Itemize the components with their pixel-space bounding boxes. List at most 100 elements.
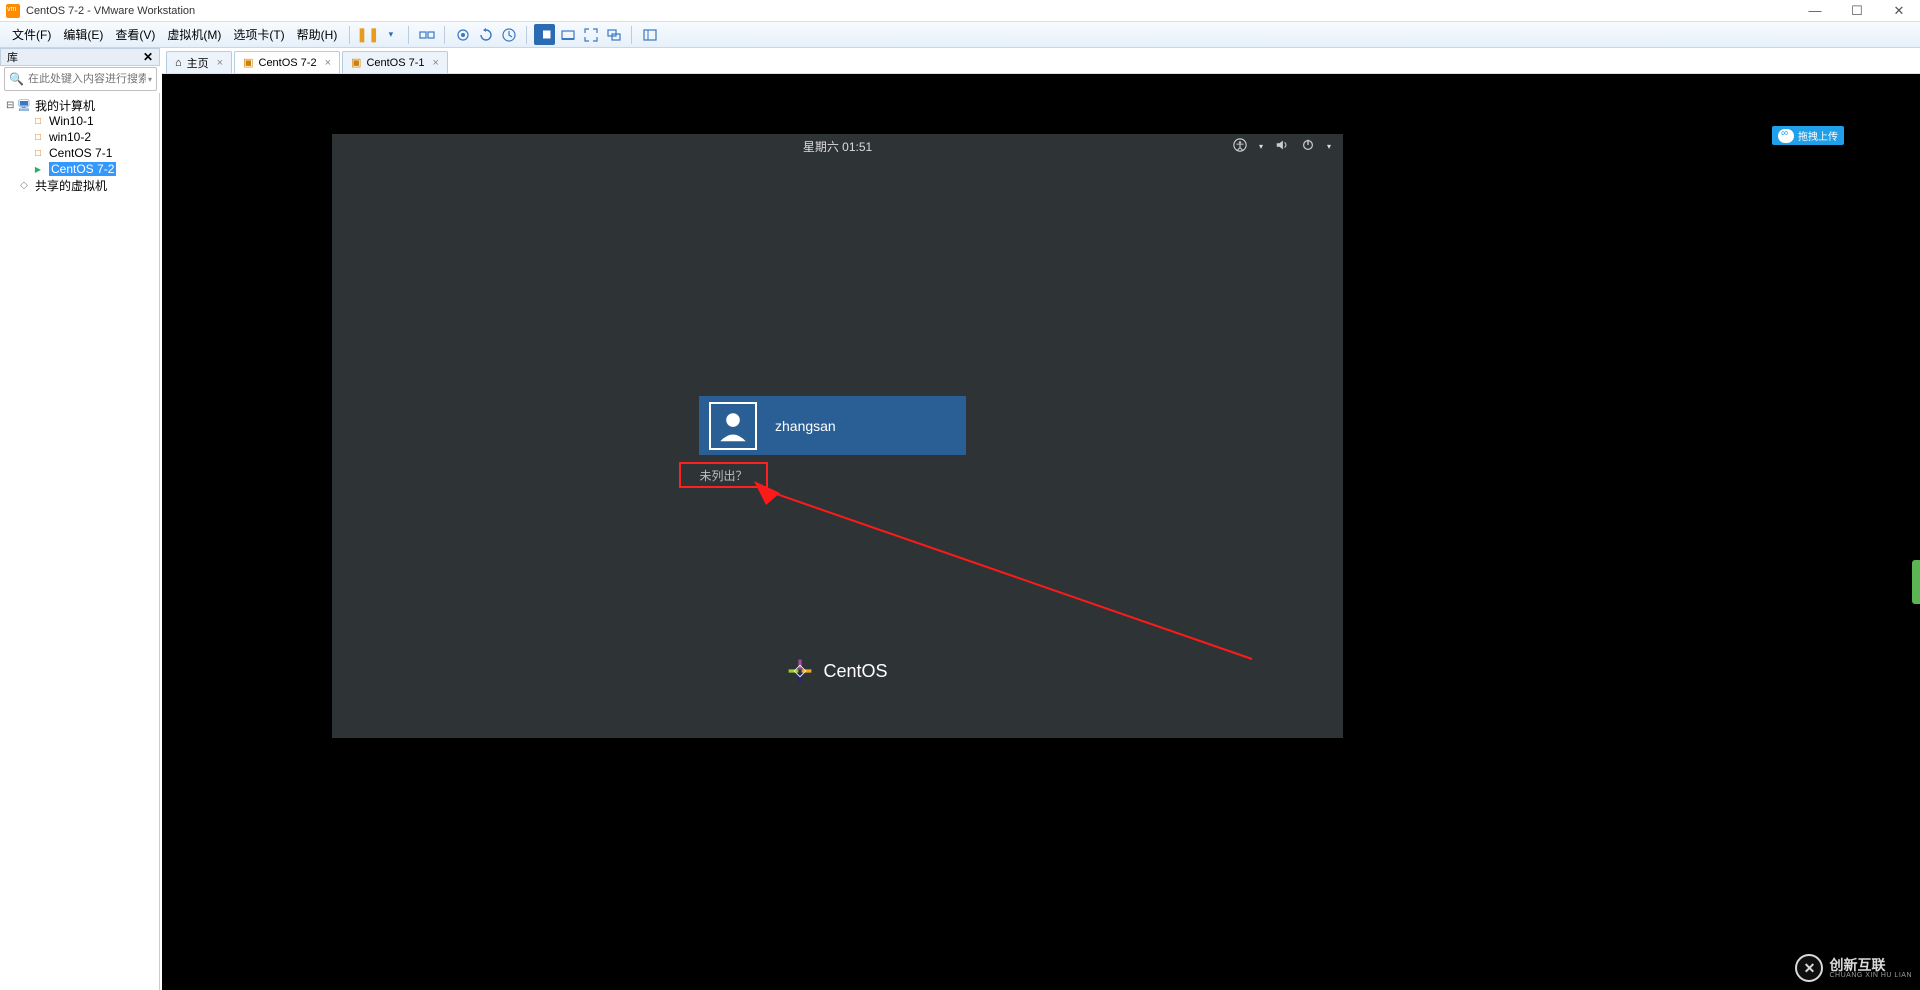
menu-tabs[interactable]: 选项卡(T) — [227, 26, 290, 43]
maximize-button[interactable]: ☐ — [1842, 3, 1872, 19]
vm-on-icon — [30, 162, 46, 176]
chevron-down-icon[interactable]: ▾ — [1259, 142, 1263, 151]
watermark-text: 创新互联 — [1829, 958, 1912, 972]
upload-badge-button[interactable]: 拖拽上传 — [1772, 126, 1844, 145]
menu-file[interactable]: 文件(F) — [6, 26, 57, 43]
annotation-arrow — [752, 469, 1272, 669]
titlebar: CentOS 7-2 - VMware Workstation — ☐ ✕ — [0, 0, 1920, 22]
cloud-icon — [1778, 129, 1794, 143]
view-console-button[interactable] — [534, 24, 555, 45]
view-unity-button[interactable] — [603, 24, 624, 45]
chevron-down-icon[interactable]: ▾ — [1327, 142, 1331, 151]
tree-label: 共享的虚拟机 — [35, 177, 107, 194]
tab-close-button[interactable]: × — [433, 57, 439, 69]
view-fit-button[interactable] — [557, 24, 578, 45]
tab-home[interactable]: ⌂ 主页 × — [166, 51, 232, 73]
gnome-status-area[interactable]: ▾ ▾ — [1233, 138, 1331, 155]
vm-off-icon — [30, 114, 46, 128]
expander-icon[interactable]: ⊟ — [6, 100, 16, 111]
tree-root-mycomputer[interactable]: ⊟ 🖥 我的计算机 — [0, 97, 159, 113]
snapshot-manager-button[interactable] — [498, 24, 519, 45]
library-close-button[interactable]: ✕ — [143, 50, 153, 64]
volume-icon[interactable] — [1275, 138, 1289, 155]
avatar-icon — [709, 402, 757, 450]
library-search[interactable]: 🔍 ▾ — [4, 67, 157, 91]
search-dropdown-icon[interactable]: ▾ — [148, 75, 152, 84]
tab-label: 主页 — [187, 55, 209, 71]
separator — [349, 26, 350, 44]
login-user-tile[interactable]: zhangsan — [699, 396, 966, 455]
unity-icon — [606, 27, 622, 43]
centos-brand: CentOS — [332, 658, 1343, 684]
console-icon — [537, 27, 553, 43]
tab-bar: ⌂ 主页 × ▣ CentOS 7-2 × ▣ CentOS 7-1 × — [162, 48, 1920, 74]
tab-close-button[interactable]: × — [217, 57, 223, 69]
watermark-icon: ✕ — [1795, 954, 1823, 982]
window-title: CentOS 7-2 - VMware Workstation — [26, 5, 195, 17]
tree-vm-centos71[interactable]: CentOS 7-1 — [0, 145, 159, 161]
tab-label: CentOS 7-1 — [366, 57, 424, 69]
tree-vm-win10-2[interactable]: win10-2 — [0, 129, 159, 145]
upload-badge-label: 拖拽上传 — [1798, 128, 1838, 143]
snapshot-revert-button[interactable] — [475, 24, 496, 45]
tree-vm-win10-1[interactable]: Win10-1 — [0, 113, 159, 129]
vm-icon: ▣ — [351, 56, 361, 69]
window-controls: — ☐ ✕ — [1800, 3, 1914, 19]
search-icon: 🔍 — [9, 72, 24, 86]
pause-button[interactable]: ❚❚ — [357, 24, 378, 45]
tab-centos71[interactable]: ▣ CentOS 7-1 × — [342, 51, 448, 73]
computer-icon: 🖥 — [16, 98, 32, 112]
guest-screen[interactable]: 星期六 01:51 ▾ ▾ zhangsan — [332, 134, 1343, 738]
send-cad-icon — [419, 27, 435, 43]
watermark-subtext: CHUANG XIN HU LIAN — [1829, 972, 1912, 979]
menubar: 文件(F) 编辑(E) 查看(V) 虚拟机(M) 选项卡(T) 帮助(H) ❚❚… — [0, 22, 1920, 48]
power-dropdown[interactable]: ▾ — [380, 24, 401, 45]
send-cad-button[interactable] — [416, 24, 437, 45]
right-edge-handle[interactable] — [1912, 560, 1920, 604]
home-icon: ⌂ — [175, 57, 182, 69]
vm-display-area[interactable]: 星期六 01:51 ▾ ▾ zhangsan — [162, 74, 1920, 990]
tree-label: CentOS 7-2 — [49, 162, 116, 176]
library-icon — [642, 27, 658, 43]
library-header: 库 ✕ — [0, 48, 160, 66]
clock-label: 星期六 01:51 — [803, 138, 872, 155]
menu-view[interactable]: 查看(V) — [109, 26, 161, 43]
accessibility-icon[interactable] — [1233, 138, 1247, 155]
close-button[interactable]: ✕ — [1884, 3, 1914, 19]
vm-off-icon — [30, 130, 46, 144]
expander-icon — [6, 180, 16, 191]
separator — [408, 26, 409, 44]
not-listed-button[interactable]: 未列出？ — [679, 462, 768, 488]
vm-off-icon — [30, 146, 46, 160]
tab-close-button[interactable]: × — [325, 57, 331, 69]
revert-icon — [478, 27, 494, 43]
menu-vm[interactable]: 虚拟机(M) — [161, 26, 227, 43]
power-icon[interactable] — [1301, 138, 1315, 155]
tree-label: 我的计算机 — [35, 97, 95, 114]
tree-vm-centos72[interactable]: CentOS 7-2 — [0, 161, 159, 177]
menu-help[interactable]: 帮助(H) — [291, 26, 344, 43]
tab-label: CentOS 7-2 — [259, 57, 317, 69]
tab-centos72[interactable]: ▣ CentOS 7-2 × — [234, 51, 340, 73]
library-title: 库 — [7, 49, 18, 65]
clock-icon — [501, 27, 517, 43]
library-tree: ⊟ 🖥 我的计算机 Win10-1 win10-2 CentOS 7-1 Cen… — [0, 93, 160, 990]
username-label: zhangsan — [775, 418, 836, 434]
separator — [444, 26, 445, 44]
snapshot-icon — [455, 27, 471, 43]
toolbar-power-group: ❚❚ ▾ — [356, 24, 402, 45]
snapshot-button[interactable] — [452, 24, 473, 45]
library-toggle-button[interactable] — [639, 24, 660, 45]
tree-shared-vms[interactable]: 共享的虚拟机 — [0, 177, 159, 193]
centos-logo-icon — [787, 658, 813, 684]
view-fullscreen-button[interactable] — [580, 24, 601, 45]
tree-label: CentOS 7-1 — [49, 146, 112, 160]
fullscreen-icon — [583, 27, 599, 43]
shared-icon — [16, 178, 32, 192]
search-input[interactable] — [28, 73, 146, 85]
vm-icon: ▣ — [243, 56, 253, 69]
separator — [631, 26, 632, 44]
minimize-button[interactable]: — — [1800, 3, 1830, 19]
menu-edit[interactable]: 编辑(E) — [57, 26, 109, 43]
fit-icon — [560, 27, 576, 43]
